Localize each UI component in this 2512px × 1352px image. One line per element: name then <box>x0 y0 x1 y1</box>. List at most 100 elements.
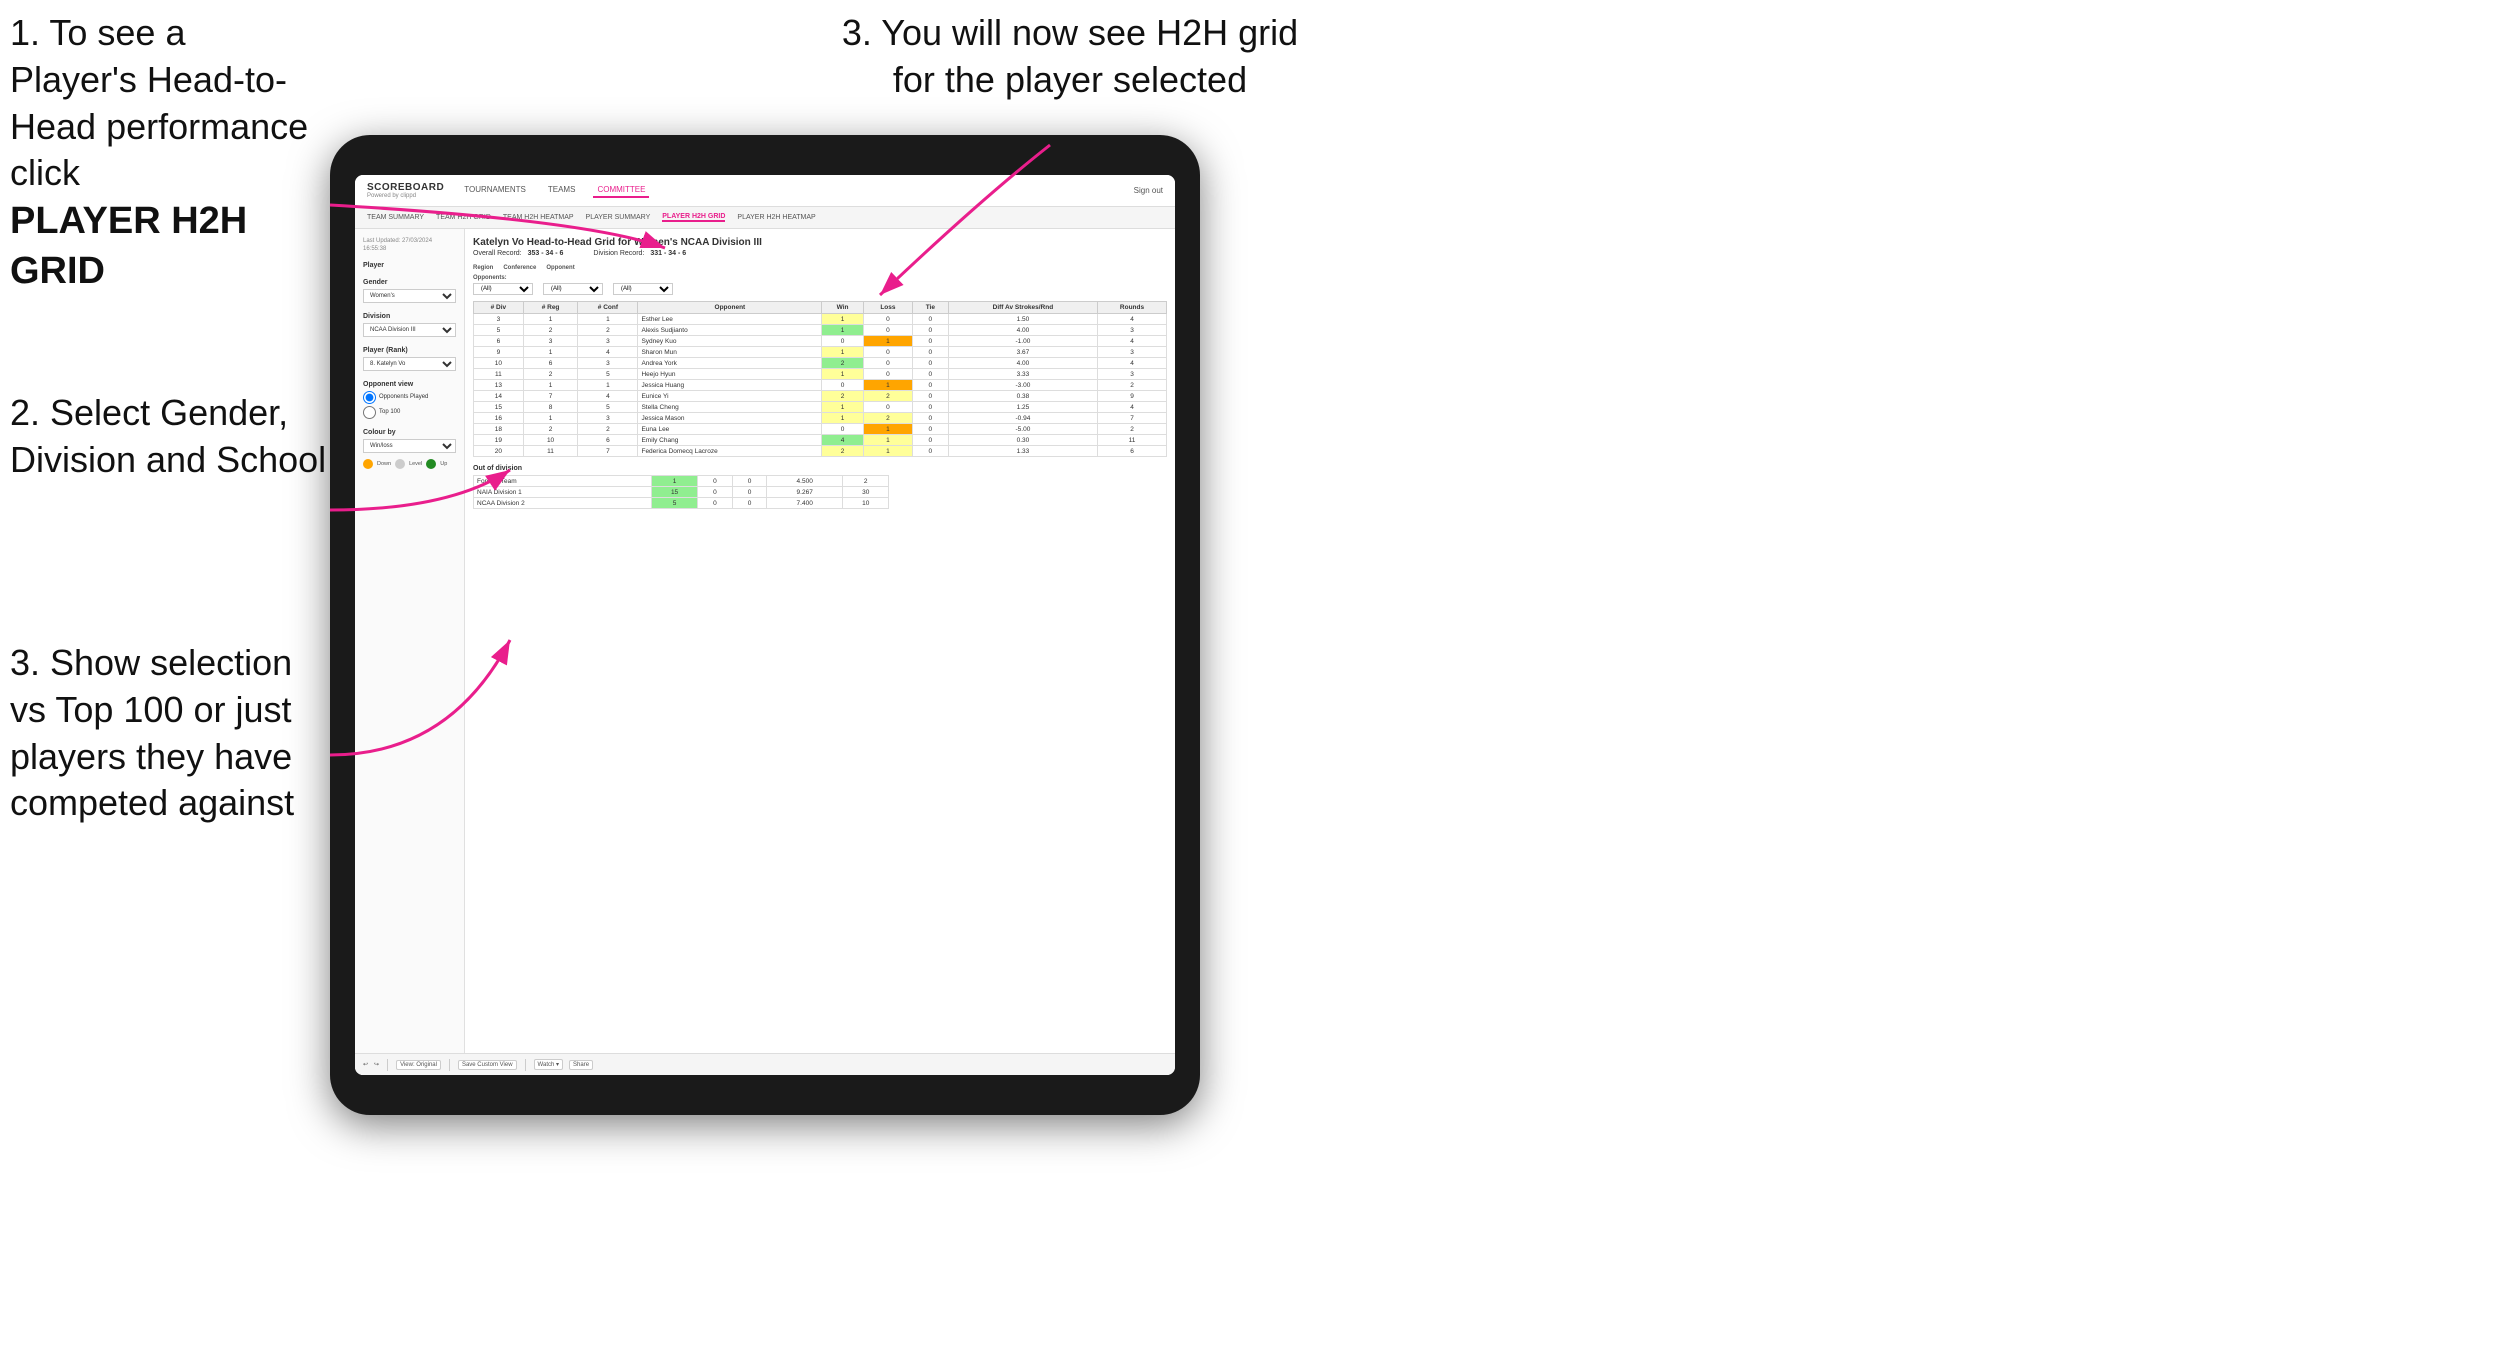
nav-bar: SCOREBOARD Powered by clippd TOURNAMENTS… <box>355 175 1175 207</box>
region-filter-col: Region <box>473 265 493 271</box>
last-updated-time: 16:55:38 <box>363 245 456 253</box>
conference-select[interactable]: (All) <box>543 283 603 295</box>
nav-links: TOURNAMENTS TEAMS COMMITTEE <box>460 183 1117 198</box>
division-record: Division Record: 331 - 34 - 6 <box>593 250 686 257</box>
gender-select[interactable]: Women's <box>363 289 456 303</box>
table-row: 10 6 3 Andrea York 2 0 0 4.00 4 <box>474 358 1167 369</box>
subnav-player-summary[interactable]: PLAYER SUMMARY <box>586 214 651 221</box>
opponent-select[interactable]: (All) <box>613 283 673 295</box>
radio-opponents-input[interactable] <box>363 391 376 404</box>
table-row: 3 1 1 Esther Lee 1 0 0 1.50 4 <box>474 314 1167 325</box>
legend-label-down: Down <box>377 461 391 467</box>
instruction-3-top: 3. You will now see H2H grid for the pla… <box>820 10 1320 104</box>
grid-panel: Katelyn Vo Head-to-Head Grid for Women's… <box>465 229 1175 1075</box>
out-of-division-table: Foreign Team 1 0 0 4.500 2 NAIA Division… <box>473 475 889 509</box>
legend-label-up: Up <box>440 461 447 467</box>
filter-section: Region Conference Opponent Opponents: <box>473 265 1167 295</box>
ipad-device: SCOREBOARD Powered by clippd TOURNAMENTS… <box>330 135 1200 1115</box>
main-content: Last Updated: 27/03/2024 16:55:38 Player… <box>355 229 1175 1075</box>
radio-top100: Top 100 <box>363 406 456 419</box>
division-record-value: 331 - 34 - 6 <box>650 250 686 257</box>
toolbar: ↩ ↪ View: Original Save Custom View Watc… <box>355 1053 1175 1075</box>
subnav-team-h2h-heatmap[interactable]: TEAM H2H HEATMAP <box>503 214 574 221</box>
toolbar-sep-2 <box>449 1059 450 1071</box>
sub-nav: TEAM SUMMARY TEAM H2H GRID TEAM H2H HEAT… <box>355 207 1175 229</box>
radio-opponents-label: Opponents Played <box>379 394 428 400</box>
share-button[interactable]: Share <box>569 1060 593 1070</box>
redo-icon[interactable]: ↪ <box>374 1061 379 1068</box>
subnav-team-h2h-grid[interactable]: TEAM H2H GRID <box>436 214 491 221</box>
ipad-screen: SCOREBOARD Powered by clippd TOURNAMENTS… <box>355 175 1175 1075</box>
division-select[interactable]: NCAA Division III <box>363 323 456 337</box>
player-label: Player <box>363 262 456 269</box>
division-label: Division <box>363 313 456 320</box>
left-panel: Last Updated: 27/03/2024 16:55:38 Player… <box>355 229 465 1075</box>
out-of-division-label: Out of division <box>473 465 1167 472</box>
nav-committee[interactable]: COMMITTEE <box>593 183 649 198</box>
col-loss: Loss <box>863 302 912 314</box>
undo-icon[interactable]: ↩ <box>363 1061 368 1068</box>
table-row: 20 11 7 Federica Domecq Lacroze 2 1 0 1.… <box>474 446 1167 457</box>
table-row: 5 2 2 Alexis Sudjianto 1 0 0 4.00 3 <box>474 325 1167 336</box>
legend-row: Down Level Up <box>363 459 456 469</box>
instruction-1: 1. To see a Player's Head-to-Head perfor… <box>10 10 320 296</box>
col-win: Win <box>822 302 864 314</box>
logo-text: SCOREBOARD <box>367 183 444 193</box>
player-rank-label: Player (Rank) <box>363 347 456 354</box>
player-rank-section: Player (Rank) 8. Katelyn Vo <box>363 347 456 371</box>
radio-top100-input[interactable] <box>363 406 376 419</box>
legend-dot-down <box>363 459 373 469</box>
last-updated: Last Updated: 27/03/2024 16:55:38 <box>363 237 456 254</box>
legend-dot-up <box>426 459 436 469</box>
save-custom-button[interactable]: Save Custom View <box>458 1060 517 1070</box>
ood-row: NAIA Division 1 15 0 0 9.267 30 <box>474 487 889 498</box>
opponent-filter-label: Opponent <box>546 265 574 271</box>
table-header-row: # Div # Reg # Conf Opponent Win Loss Tie… <box>474 302 1167 314</box>
view-original-button[interactable]: View: Original <box>396 1060 441 1070</box>
legend-dot-level <box>395 459 405 469</box>
ood-row: NCAA Division 2 5 0 0 7.400 10 <box>474 498 889 509</box>
toolbar-sep-1 <box>387 1059 388 1071</box>
nav-teams[interactable]: TEAMS <box>544 183 580 198</box>
opponents-label: Opponents: <box>473 275 533 281</box>
col-tie: Tie <box>912 302 948 314</box>
ood-row: Foreign Team 1 0 0 4.500 2 <box>474 476 889 487</box>
gender-section: Gender Women's <box>363 279 456 303</box>
table-row: 18 2 2 Euna Lee 0 1 0 -5.00 2 <box>474 424 1167 435</box>
col-div: # Div <box>474 302 524 314</box>
table-row: 6 3 3 Sydney Kuo 0 1 0 -1.00 4 <box>474 336 1167 347</box>
subnav-player-h2h-grid[interactable]: PLAYER H2H GRID <box>662 213 725 222</box>
opponents-col: Opponents: (All) <box>473 275 533 295</box>
toolbar-sep-3 <box>525 1059 526 1071</box>
colour-by-label: Colour by <box>363 429 456 436</box>
table-row: 9 1 4 Sharon Mun 1 0 0 3.67 3 <box>474 347 1167 358</box>
instruction-3-left: 3. Show selection vs Top 100 or just pla… <box>10 640 330 827</box>
subnav-player-h2h-heatmap[interactable]: PLAYER H2H HEATMAP <box>737 214 815 221</box>
col-reg: # Reg <box>523 302 578 314</box>
last-updated-date: Last Updated: 27/03/2024 <box>363 237 456 245</box>
table-row: 11 2 5 Heejo Hyun 1 0 0 3.33 3 <box>474 369 1167 380</box>
opponent-filter-col: Opponent <box>546 265 574 271</box>
subnav-team-summary[interactable]: TEAM SUMMARY <box>367 214 424 221</box>
nav-tournaments[interactable]: TOURNAMENTS <box>460 183 530 198</box>
opponents-select[interactable]: (All) <box>473 283 533 295</box>
colour-by-select[interactable]: Win/loss <box>363 439 456 453</box>
logo-sub: Powered by clippd <box>367 193 444 199</box>
instruction-1-text: 1. To see a Player's Head-to-Head perfor… <box>10 12 308 193</box>
table-row: 13 1 1 Jessica Huang 0 1 0 -3.00 2 <box>474 380 1167 391</box>
player-rank-select[interactable]: 8. Katelyn Vo <box>363 357 456 371</box>
division-record-label: Division Record: <box>593 250 644 257</box>
opponent-view-label: Opponent view <box>363 381 456 388</box>
watch-button[interactable]: Watch ▾ <box>534 1059 563 1070</box>
radio-opponents-played: Opponents Played <box>363 391 456 404</box>
filter-dropdowns-row: Opponents: (All) (All) (All) <box>473 275 1167 295</box>
gender-label: Gender <box>363 279 456 286</box>
h2h-table: # Div # Reg # Conf Opponent Win Loss Tie… <box>473 301 1167 457</box>
player-section: Player <box>363 262 456 269</box>
legend-label-level: Level <box>409 461 422 467</box>
col-rounds: Rounds <box>1098 302 1167 314</box>
table-row: 16 1 3 Jessica Mason 1 2 0 -0.94 7 <box>474 413 1167 424</box>
grid-records: Overall Record: 353 - 34 - 6 Division Re… <box>473 250 1167 257</box>
region-filter-label: Region <box>473 265 493 271</box>
sign-out-button[interactable]: Sign out <box>1134 186 1163 195</box>
